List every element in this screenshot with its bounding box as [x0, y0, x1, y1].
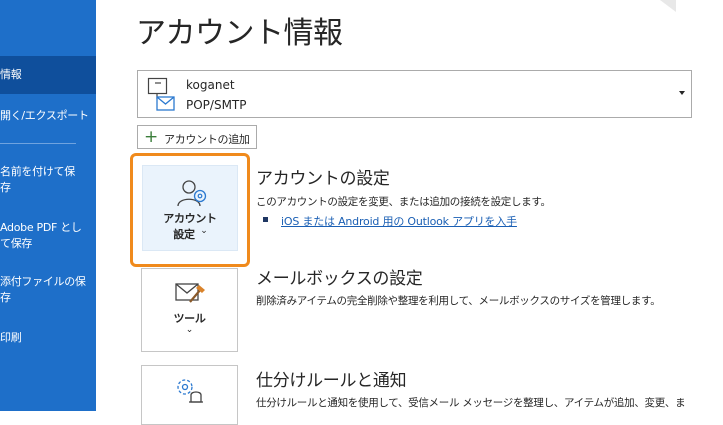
account-type: POP/SMTP — [186, 98, 247, 112]
page-title: アカウント情報 — [136, 16, 343, 51]
account-settings-title: アカウントの設定 — [256, 169, 390, 189]
sidebar-item-print[interactable]: 印刷 — [0, 324, 96, 352]
gear-bell-icon — [174, 376, 206, 410]
rules-alerts-desc: 仕分けルールと通知を使用して、受信メール メッセージを整理し、アイテムが追加、変… — [256, 397, 686, 409]
chevron-down-icon: ⌄ — [200, 226, 208, 236]
sidebar-item-save-adobe-pdf[interactable]: Adobe PDF とし て保存 — [0, 216, 96, 252]
sidebar-item-label: 情報 — [0, 68, 22, 81]
mailbox-settings-desc: 削除済みアイテムの完全削除や整理を利用して、メールボックスのサイズを管理します。 — [256, 295, 661, 307]
plus-icon: + — [144, 127, 159, 147]
sidebar-item-label: 開く/エクスポート — [0, 109, 89, 122]
mail-account-icon — [147, 77, 175, 113]
backstage-sidebar: 情報 開く/エクスポート 名前を付けて保 存 Adobe PDF とし て保存 … — [0, 0, 96, 411]
mailbox-settings-title: メールボックスの設定 — [256, 269, 423, 289]
corner-shade — [660, 0, 676, 24]
mailbox-tools-icon — [174, 281, 206, 309]
account-settings-button[interactable]: アカウント 設定 ⌄ — [130, 153, 250, 267]
account-settings-tile-inner: アカウント 設定 ⌄ — [142, 165, 238, 251]
sidebar-item-label: 印刷 — [0, 331, 22, 344]
sidebar-item-save-attachments[interactable]: 添付ファイルの保 存 — [0, 270, 96, 306]
account-settings-desc: このアカウントの設定を変更、または追加の接続を設定します。 — [256, 196, 551, 208]
account-name: koganet — [186, 78, 235, 92]
sidebar-item-label: 名前を付けて保 — [0, 165, 75, 178]
account-settings-tile-label: アカウント — [163, 212, 217, 225]
sidebar-item-label: Adobe PDF とし — [0, 221, 82, 234]
chevron-down-icon: ⌄ — [185, 325, 194, 335]
add-account-label: アカウントの追加 — [164, 133, 250, 146]
rules-alerts-title: 仕分けルールと通知 — [256, 371, 407, 391]
rules-alerts-button[interactable] — [141, 365, 238, 425]
sidebar-item-label: 存 — [0, 181, 11, 194]
sidebar-item-label: て保存 — [0, 237, 33, 250]
get-outlook-mobile-link[interactable]: iOS または Android 用の Outlook アプリを入手 — [281, 213, 517, 229]
account-selector[interactable]: koganet POP/SMTP — [137, 70, 692, 118]
person-gear-icon — [175, 178, 209, 212]
bullet-icon — [263, 217, 268, 222]
mailbox-tools-button[interactable]: ツール ⌄ — [141, 268, 238, 352]
sidebar-item-save-as[interactable]: 名前を付けて保 存 — [0, 160, 96, 196]
sidebar-item-info[interactable]: 情報 — [0, 56, 96, 94]
chevron-down-icon — [679, 91, 685, 95]
sidebar-item-open-export[interactable]: 開く/エクスポート — [0, 102, 96, 130]
sidebar-item-label: 存 — [0, 291, 11, 304]
sidebar-divider — [0, 143, 76, 144]
sidebar-item-label: 添付ファイルの保 — [0, 275, 86, 288]
add-account-button[interactable]: + アカウントの追加 — [137, 125, 257, 149]
